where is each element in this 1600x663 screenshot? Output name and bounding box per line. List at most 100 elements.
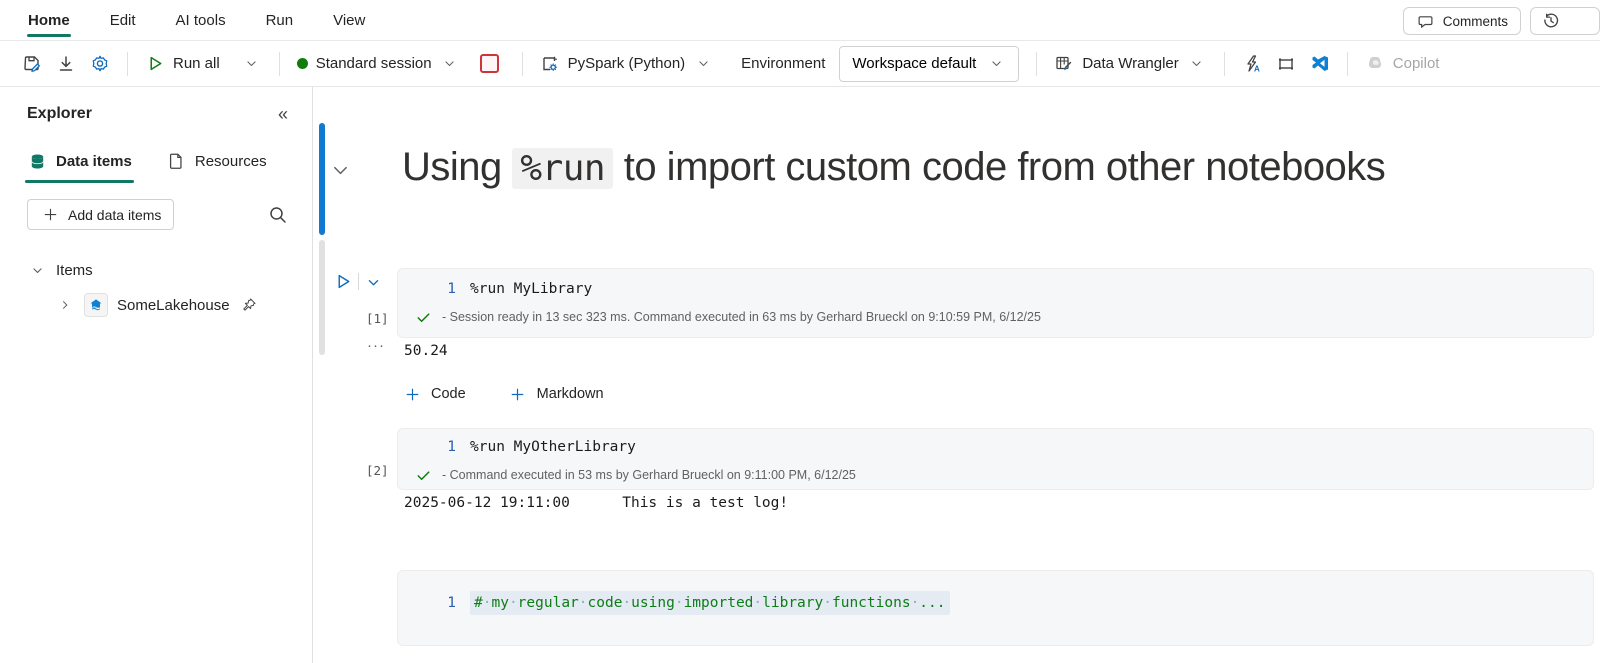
workspace-selector[interactable]: Workspace default: [839, 46, 1019, 82]
comments-button[interactable]: Comments: [1403, 7, 1521, 35]
data-wrangler-icon: [1054, 54, 1074, 74]
menu-ai-tools[interactable]: AI tools: [175, 3, 227, 38]
items-tree: Items SomeLakehouse: [27, 256, 312, 319]
markdown-title[interactable]: Using %run to import custom code from ot…: [402, 145, 1385, 190]
data-wrangler-label: Data Wrangler: [1082, 55, 1178, 72]
menu-view[interactable]: View: [332, 3, 366, 38]
cell1-output: 50.24: [404, 343, 448, 359]
add-markdown-cell-button[interactable]: Markdown: [508, 384, 604, 404]
cell2-status: - Command executed in 53 ms by Gerhard B…: [442, 468, 856, 482]
cell2-output: 2025-06-12 19:11:00 This is a test log!: [404, 495, 788, 511]
plus-icon: [508, 384, 528, 404]
menu-bar: Home Edit AI tools Run View Comments: [0, 0, 1600, 40]
gutter-separator: [358, 273, 359, 290]
database-icon: [27, 151, 47, 171]
settings-gear-icon[interactable]: [90, 54, 110, 74]
comment-bubble-icon: [1416, 11, 1436, 31]
cell3-code[interactable]: #·my·regular·code·using·imported·library…: [470, 591, 950, 615]
toolbar-separator: [522, 52, 523, 76]
vscode-icon[interactable]: [1310, 54, 1330, 74]
frame-snapshot-icon[interactable]: [1276, 54, 1296, 74]
run-all-chevron-icon[interactable]: [242, 54, 262, 74]
menubar-right-actions: Comments: [1403, 7, 1600, 35]
tree-root-items[interactable]: Items: [27, 256, 312, 284]
toolbar-separator: [1224, 52, 1225, 76]
add-cell-row: Code Markdown: [402, 384, 604, 404]
active-cell-indicator: [319, 123, 325, 235]
add-code-cell-button[interactable]: Code: [402, 384, 466, 404]
run-all-label: Run all: [173, 55, 220, 72]
pyspark-language-icon: [540, 54, 560, 74]
tab-data-items[interactable]: Data items: [27, 151, 132, 183]
language-chevron-icon: [693, 54, 713, 74]
menu-edit[interactable]: Edit: [109, 3, 137, 38]
svg-text:A: A: [1254, 65, 1260, 74]
tab-data-items-label: Data items: [56, 153, 132, 170]
code-cell-2[interactable]: 1 %run MyOtherLibrary - Command executed…: [397, 428, 1594, 490]
cell1-status: - Session ready in 13 sec 323 ms. Comman…: [442, 310, 1041, 324]
add-data-items-label: Add data items: [68, 207, 161, 223]
save-icon[interactable]: [22, 54, 42, 74]
title-text-post: to import custom code from other noteboo…: [613, 145, 1385, 189]
session-active-dot-icon: [297, 58, 308, 69]
explorer-title: Explorer: [27, 105, 92, 123]
tree-item-label: SomeLakehouse: [117, 297, 230, 314]
cell-scroll-indicator[interactable]: [319, 240, 325, 355]
plus-icon: [402, 384, 422, 404]
environment-label[interactable]: Environment: [741, 55, 825, 72]
run-all-play-icon: [145, 54, 165, 74]
menu-home[interactable]: Home: [27, 3, 71, 38]
tab-resources-label: Resources: [195, 153, 267, 170]
explorer-sidebar: Explorer « Data items Resources: [0, 87, 313, 663]
success-check-icon: [413, 307, 433, 327]
language-selector-button[interactable]: PySpark (Python): [540, 54, 714, 74]
notebook-canvas: Using %run to import custom code from ot…: [313, 87, 1600, 663]
search-icon[interactable]: [268, 205, 288, 225]
fabric-notebook-app: Home Edit AI tools Run View Comments: [0, 0, 1600, 663]
cell1-collapse-chevron-icon[interactable]: [366, 275, 381, 290]
code-cell-1[interactable]: 1 %run MyLibrary - Session ready in 13 s…: [397, 268, 1594, 338]
chevron-right-icon: [55, 295, 75, 315]
cell2-code[interactable]: %run MyOtherLibrary: [470, 436, 636, 458]
pin-icon[interactable]: [239, 295, 259, 315]
collapse-sidebar-icon[interactable]: «: [278, 105, 288, 123]
copilot-icon: [1365, 54, 1385, 74]
code-cell-3[interactable]: 1 #·my·regular·code·using·imported·libra…: [397, 570, 1594, 646]
toolbar-separator: [1036, 52, 1037, 76]
run-all-button[interactable]: Run all: [145, 54, 220, 74]
plus-icon: [40, 205, 60, 225]
language-label: PySpark (Python): [568, 55, 686, 72]
menu-run[interactable]: Run: [265, 3, 295, 38]
cell1-run-button[interactable]: [334, 272, 353, 291]
title-text-pre: Using: [402, 145, 512, 189]
add-code-label: Code: [431, 386, 466, 402]
session-status-label: Standard session: [316, 55, 432, 72]
history-clock-icon: [1541, 11, 1561, 31]
sidebar-tabs: Data items Resources: [27, 151, 312, 183]
cell2-execution-count: [2]: [366, 463, 389, 478]
tree-item-lakehouse[interactable]: SomeLakehouse: [27, 291, 312, 319]
tree-root-label: Items: [56, 262, 93, 279]
session-chevron-icon: [440, 54, 460, 74]
session-status-button[interactable]: Standard session: [297, 54, 460, 74]
version-history-button[interactable]: [1530, 7, 1600, 35]
cell2-line-number: 1: [398, 436, 456, 458]
markdown-collapse-chevron-icon[interactable]: [331, 161, 350, 180]
chevron-down-icon: [27, 260, 47, 280]
cell1-output-more-icon[interactable]: ···: [367, 337, 385, 354]
copilot-button[interactable]: Copilot: [1365, 54, 1440, 74]
add-data-items-button[interactable]: Add data items: [27, 199, 174, 230]
data-wrangler-button[interactable]: Data Wrangler: [1054, 54, 1206, 74]
quick-actions-lightning-icon[interactable]: A: [1242, 54, 1262, 74]
cell1-code[interactable]: %run MyLibrary: [470, 278, 592, 300]
cell3-line-number: 1: [398, 592, 456, 614]
title-inline-code: %run: [512, 148, 613, 189]
download-icon[interactable]: [56, 54, 76, 74]
toolbar-separator: [127, 52, 128, 76]
data-wrangler-chevron-icon: [1187, 54, 1207, 74]
document-icon: [166, 151, 186, 171]
stop-session-button[interactable]: [480, 54, 499, 73]
workspace-selector-label: Workspace default: [852, 55, 976, 72]
toolbar-separator: [1347, 52, 1348, 76]
tab-resources[interactable]: Resources: [166, 151, 267, 183]
